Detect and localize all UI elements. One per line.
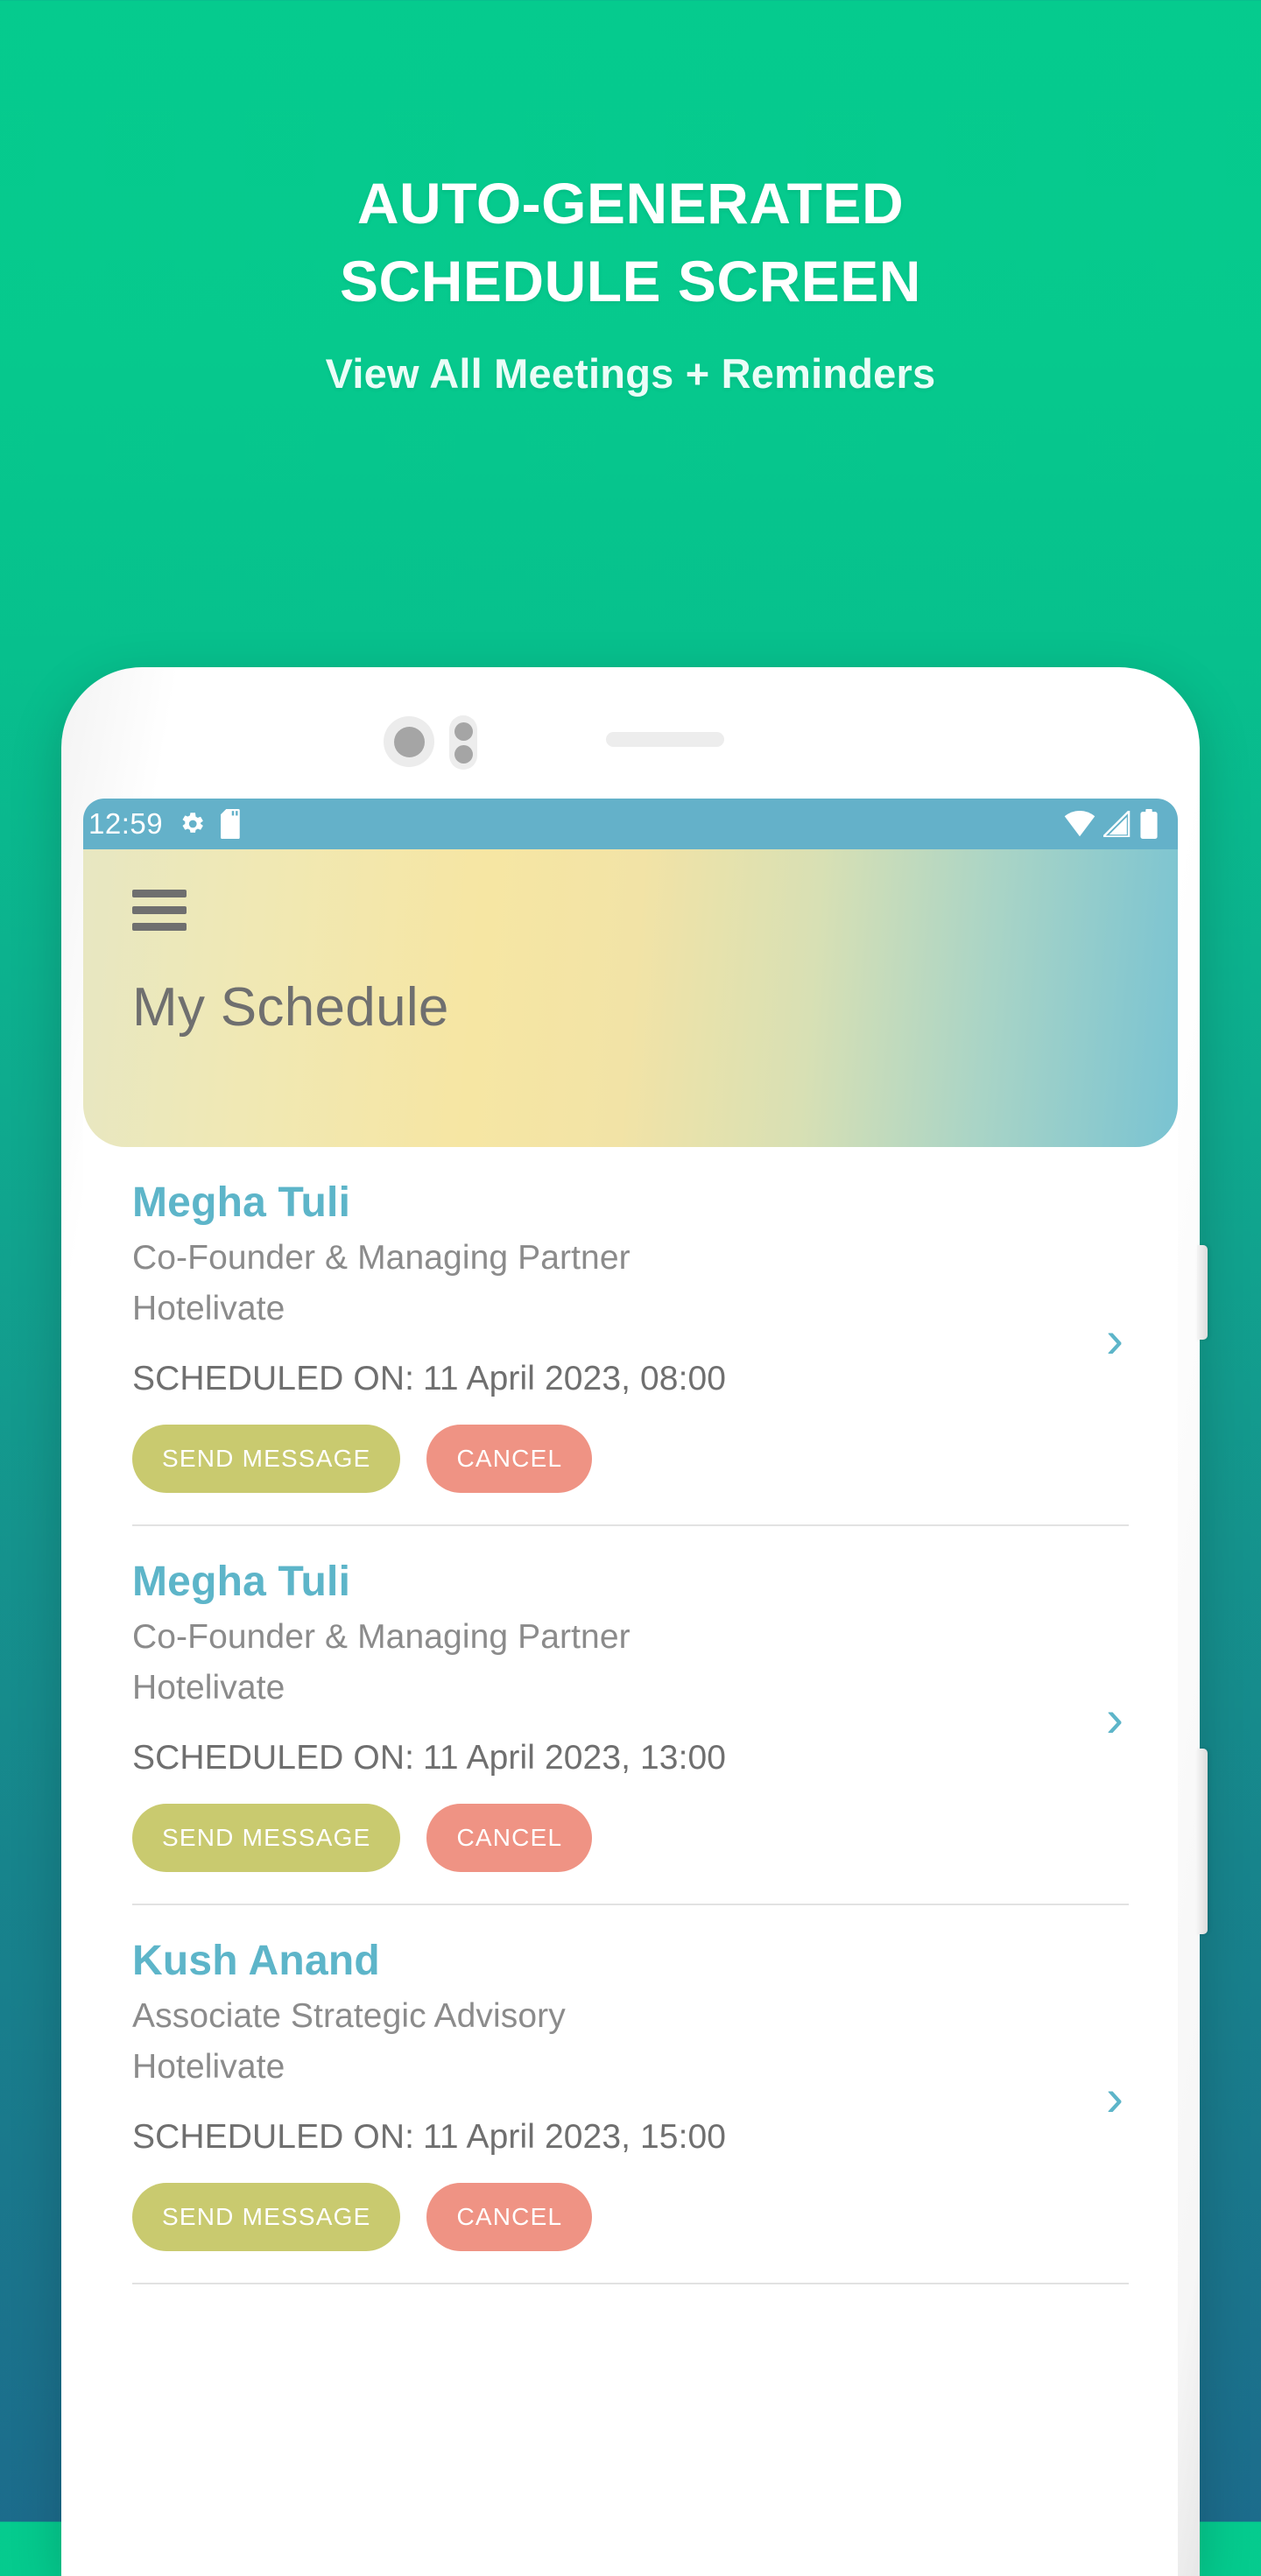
list-item[interactable]: Megha Tuli Co-Founder & Managing Partner… [83,1526,1178,1872]
cancel-button[interactable]: CANCEL [426,1425,593,1493]
promo-header: AUTO-GENERATED SCHEDULE SCREEN View All … [0,0,1261,398]
hamburger-bar-2 [132,906,187,914]
contact-company: Hotelivate [132,2048,285,2086]
battery-icon [1139,809,1159,839]
scheduled-on-value: 11 April 2023, 15:00 [423,2118,727,2156]
phone-screen: 12:59 My Schedule Megha Tuli Co-Founder … [83,799,1178,2576]
contact-name: Kush Anand [132,1938,380,1984]
hamburger-bar-1 [132,890,187,897]
status-bar-left: 12:59 [88,807,245,841]
list-item[interactable]: Megha Tuli Co-Founder & Managing Partner… [83,1147,1178,1493]
cancel-button[interactable]: CANCEL [426,1804,593,1872]
contact-role: Co-Founder & Managing Partner [132,1239,630,1277]
settings-gear-icon [177,809,207,839]
contact-company: Hotelivate [132,1669,285,1707]
status-bar-right [1064,809,1159,839]
scheduled-on-label: SCHEDULED ON: [132,1739,415,1777]
scheduled-on-row: SCHEDULED ON: 11 April 2023, 08:00 [132,1360,1129,1398]
phone-top-bezel [61,667,1200,799]
scheduled-on-label: SCHEDULED ON: [132,1360,415,1397]
earpiece-speaker-icon [606,732,724,747]
scheduled-on-row: SCHEDULED ON: 11 April 2023, 15:00 [132,2118,1129,2157]
send-message-button[interactable]: SEND MESSAGE [132,1425,401,1493]
volume-button[interactable] [1197,1749,1208,1934]
chevron-right-icon[interactable]: › [1106,2072,1124,2124]
wifi-icon [1064,811,1095,837]
hamburger-menu-icon[interactable] [132,890,187,931]
front-camera-icon [384,716,434,767]
card-actions: SEND MESSAGE CANCEL [132,1804,1129,1872]
power-button[interactable] [1197,1245,1208,1340]
signal-icon [1103,811,1131,837]
scheduled-on-label: SCHEDULED ON: [132,2118,415,2156]
contact-name: Megha Tuli [132,1559,351,1605]
promo-title-line2: SCHEDULE SCREEN [340,249,921,314]
send-message-button[interactable]: SEND MESSAGE [132,2183,401,2251]
card-actions: SEND MESSAGE CANCEL [132,2183,1129,2251]
contact-role: Associate Strategic Advisory [132,1997,566,2035]
app-bar: My Schedule [83,849,1178,1147]
promo-subtitle: View All Meetings + Reminders [325,349,936,397]
list-item[interactable]: Kush Anand Associate Strategic Advisory … [83,1905,1178,2251]
chevron-right-icon[interactable]: › [1106,1693,1124,1745]
sensor-dot-bottom [454,744,473,764]
contact-name: Megha Tuli [132,1179,351,1226]
scheduled-on-value: 11 April 2023, 13:00 [423,1739,727,1777]
scheduled-on-value: 11 April 2023, 08:00 [423,1360,727,1397]
schedule-list: Megha Tuli Co-Founder & Managing Partner… [83,1147,1178,2284]
contact-company: Hotelivate [132,1290,285,1327]
sensor-dot-top [454,721,473,741]
page-title: My Schedule [132,977,449,1038]
cancel-button[interactable]: CANCEL [426,2183,593,2251]
list-divider [132,2283,1129,2284]
promo-title-line1: AUTO-GENERATED [356,171,905,236]
proximity-sensor-icon [449,715,477,770]
status-bar-clock: 12:59 [88,807,164,840]
contact-role: Co-Founder & Managing Partner [132,1618,630,1656]
camera-lens [393,726,425,757]
chevron-right-icon[interactable]: › [1106,1313,1124,1366]
phone-mockup: 12:59 My Schedule Megha Tuli Co-Founder … [61,667,1208,2576]
sd-card-icon [221,809,245,839]
hamburger-bar-3 [132,923,187,931]
card-actions: SEND MESSAGE CANCEL [132,1425,1129,1493]
scheduled-on-row: SCHEDULED ON: 11 April 2023, 13:00 [132,1739,1129,1777]
send-message-button[interactable]: SEND MESSAGE [132,1804,401,1872]
status-bar: 12:59 [83,799,1178,849]
